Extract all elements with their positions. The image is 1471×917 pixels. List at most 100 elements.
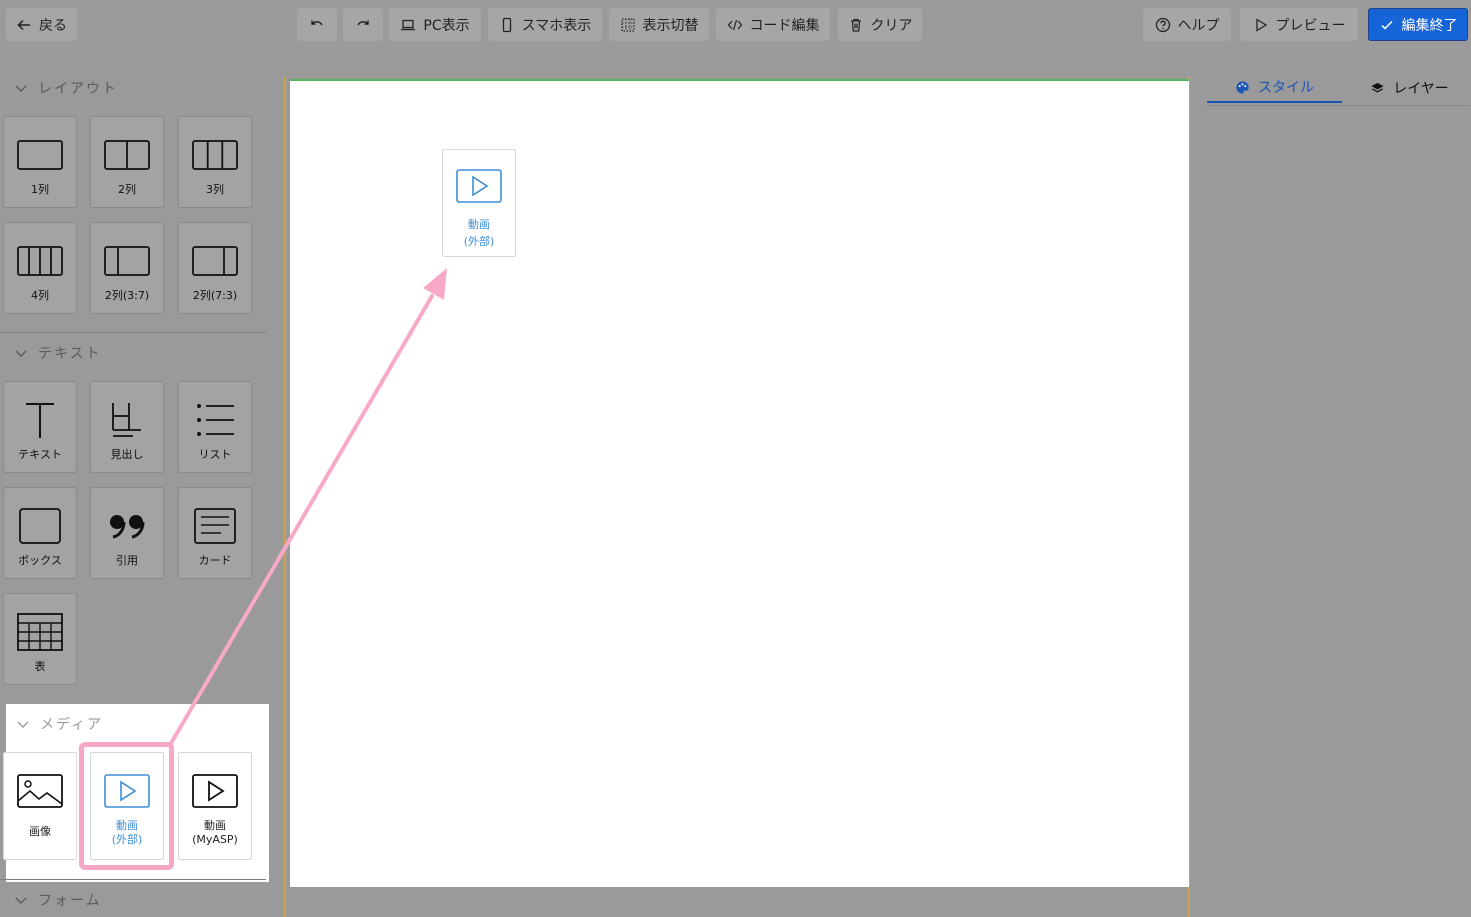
placed-video-block[interactable]: 動画 (外部) <box>442 149 516 257</box>
section-divider <box>0 332 266 333</box>
section-divider <box>0 879 266 880</box>
code-icon <box>727 19 742 30</box>
back-label: 戻る <box>39 17 67 34</box>
clear-label: クリア <box>870 17 913 34</box>
undo-button[interactable] <box>297 8 337 41</box>
two-column-icon <box>104 140 150 170</box>
redo-icon <box>357 20 369 25</box>
layout-section-header[interactable]: レイアウト <box>14 78 118 98</box>
media-section-title: メディア <box>40 717 104 733</box>
pc-view-label: PC表示 <box>423 17 470 34</box>
quote-icon <box>110 515 145 539</box>
play-icon <box>1255 17 1267 32</box>
two-column-7-3-icon <box>192 246 238 276</box>
tab-layer[interactable]: レイヤー <box>1342 73 1471 103</box>
image-tile[interactable]: 画像 <box>3 752 77 860</box>
tile-label: 4列 <box>31 289 49 302</box>
tile-label: ボックス <box>18 554 62 567</box>
form-section-title: フォーム <box>38 893 102 909</box>
smartphone-view-button[interactable]: スマホ表示 <box>488 8 602 41</box>
tab-underline <box>1206 105 1470 106</box>
tile-label: 動画 (MyASP) <box>192 819 238 846</box>
list-tile[interactable]: リスト <box>178 381 252 473</box>
smartphone-view-label: スマホ表示 <box>521 17 592 34</box>
grid-dotted-icon <box>620 17 635 32</box>
help-button[interactable]: ヘルプ <box>1143 8 1231 41</box>
tile-label: カード <box>198 554 232 567</box>
tile-label: 2列(7:3) <box>192 289 238 302</box>
layers-icon <box>1371 82 1384 93</box>
tile-label: リスト <box>198 448 232 461</box>
arrow-left-icon <box>17 19 30 30</box>
layout-3col-tile[interactable]: 3列 <box>178 116 252 208</box>
back-button[interactable]: 戻る <box>6 8 77 41</box>
layout-2col-tile[interactable]: 2列 <box>90 116 164 208</box>
help-icon <box>1155 17 1170 32</box>
undo-icon <box>311 20 323 25</box>
chevron-down-icon <box>17 721 29 728</box>
palette-icon <box>1236 80 1249 94</box>
tile-label: 2列(3:7) <box>104 289 150 302</box>
video-play-icon <box>192 774 238 808</box>
tab-style[interactable]: スタイル <box>1207 73 1342 103</box>
video-external-tile[interactable]: 動画 (外部) <box>90 752 164 860</box>
tile-label: テキスト <box>18 448 62 461</box>
editor-canvas[interactable] <box>290 79 1189 887</box>
heading-tile[interactable]: 見出し <box>90 381 164 473</box>
one-column-icon <box>17 140 63 170</box>
chevron-down-icon <box>15 350 27 357</box>
list-icon <box>197 404 234 436</box>
redo-button[interactable] <box>343 8 383 41</box>
layout-2col-7-3-tile[interactable]: 2列(7:3) <box>178 222 252 314</box>
tile-label: 画像 <box>29 825 51 838</box>
quote-tile[interactable]: 引用 <box>90 487 164 579</box>
text-tile[interactable]: テキスト <box>3 381 77 473</box>
pc-view-button[interactable]: PC表示 <box>389 8 481 41</box>
trash-icon <box>850 18 861 32</box>
layout-4col-tile[interactable]: 4列 <box>3 222 77 314</box>
media-section-header[interactable]: メディア <box>16 714 103 734</box>
two-column-3-7-icon <box>104 246 150 276</box>
tile-label: 3列 <box>206 183 224 196</box>
layout-2col-3-7-tile[interactable]: 2列(3:7) <box>90 222 164 314</box>
tile-label: 表 <box>34 660 46 673</box>
tab-style-label: スタイル <box>1258 80 1314 96</box>
tile-label: 見出し <box>110 448 144 461</box>
video-play-icon <box>456 169 502 203</box>
video-play-icon <box>104 774 150 808</box>
layout-section-title: レイアウト <box>38 81 118 97</box>
chevron-down-icon <box>15 85 27 92</box>
layout-1col-tile[interactable]: 1列 <box>3 116 77 208</box>
top-toolbar: 戻る PC表示 スマホ表示 表示切替 コード編集 クリア ヘルプ プレビュー 編… <box>0 0 1471 50</box>
table-tile[interactable]: 表 <box>3 593 77 685</box>
code-edit-button[interactable]: コード編集 <box>716 8 830 41</box>
image-icon <box>17 774 63 808</box>
four-column-icon <box>17 246 63 276</box>
toggle-view-label: 表示切替 <box>642 17 699 34</box>
form-section-header[interactable]: フォーム <box>14 890 102 910</box>
check-icon <box>1380 20 1393 30</box>
heading-icon <box>112 403 141 437</box>
property-panel: スタイル レイヤー <box>1202 63 1471 917</box>
finish-edit-button[interactable]: 編集終了 <box>1368 8 1468 41</box>
preview-label: プレビュー <box>1275 17 1346 34</box>
tile-label: 2列 <box>118 183 136 196</box>
tile-label: 動画 (外部) <box>111 819 143 846</box>
tab-layer-label: レイヤー <box>1393 81 1449 97</box>
preview-button[interactable]: プレビュー <box>1240 8 1358 41</box>
finish-edit-label: 編集終了 <box>1401 17 1458 34</box>
smartphone-icon <box>502 17 511 32</box>
laptop-icon <box>401 19 416 30</box>
text-section-title: テキスト <box>38 346 102 362</box>
placed-block-label: 動画 (外部) <box>463 218 495 248</box>
clear-button[interactable]: クリア <box>838 8 922 41</box>
card-tile[interactable]: カード <box>178 487 252 579</box>
video-myasp-tile[interactable]: 動画 (MyASP) <box>178 752 252 860</box>
text-t-icon <box>26 403 54 438</box>
card-icon <box>194 508 236 544</box>
toggle-view-button[interactable]: 表示切替 <box>609 8 709 41</box>
help-label: ヘルプ <box>1177 17 1220 34</box>
text-section-header[interactable]: テキスト <box>14 343 102 363</box>
chevron-down-icon <box>15 897 27 904</box>
box-tile[interactable]: ボックス <box>3 487 77 579</box>
